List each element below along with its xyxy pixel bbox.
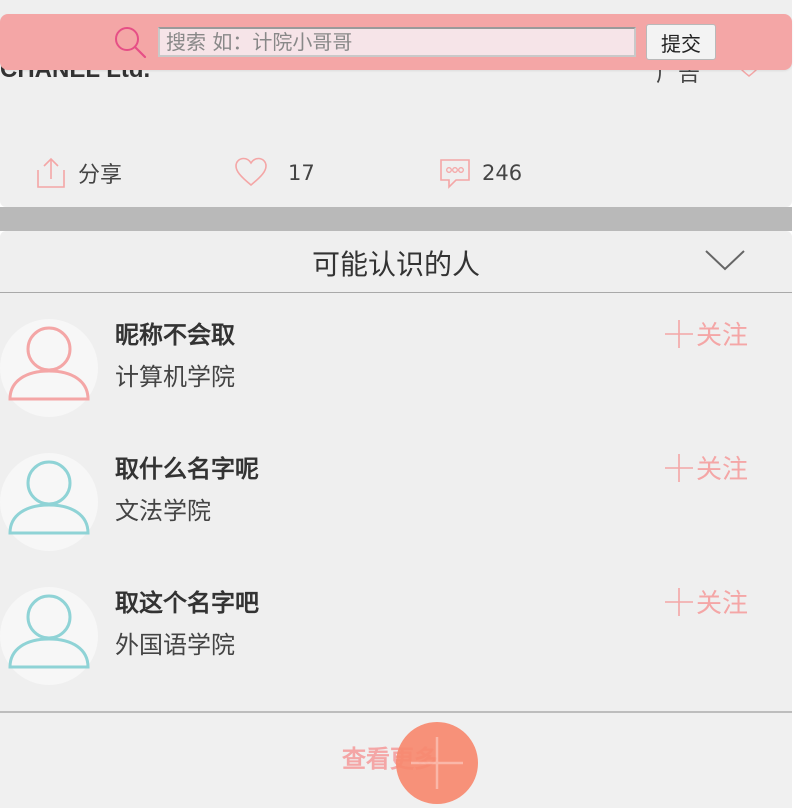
follow-button[interactable]: 关注 bbox=[664, 315, 748, 352]
submit-button[interactable]: 提交 bbox=[646, 24, 716, 60]
follow-button[interactable]: 关注 bbox=[664, 583, 748, 620]
search-bar: 提交 bbox=[0, 14, 792, 70]
post-actions: 分享 17 246 bbox=[0, 148, 792, 198]
plus-icon bbox=[411, 737, 463, 789]
follow-label: 关注 bbox=[696, 455, 749, 485]
user-icon bbox=[8, 460, 90, 535]
chevron-down-icon[interactable] bbox=[704, 245, 746, 275]
like-button[interactable]: 17 bbox=[234, 148, 315, 198]
avatar[interactable] bbox=[0, 587, 98, 685]
like-count: 17 bbox=[288, 161, 315, 185]
people-card: 可能认识的人 昵称不会取 计算机学院 关注 取什么名字呢 文法学院 关注 取这个… bbox=[0, 231, 792, 808]
share-icon bbox=[37, 157, 65, 188]
plus-icon bbox=[665, 319, 693, 348]
section-divider bbox=[0, 207, 792, 231]
follow-label: 关注 bbox=[696, 321, 749, 351]
people-title: 可能认识的人 bbox=[311, 248, 480, 281]
avatar[interactable] bbox=[0, 453, 98, 551]
search-input[interactable] bbox=[158, 27, 636, 57]
share-button[interactable]: 分享 bbox=[34, 148, 122, 198]
comment-icon bbox=[440, 159, 470, 189]
list-item[interactable]: 昵称不会取 计算机学院 关注 bbox=[0, 303, 792, 437]
user-icon bbox=[8, 594, 90, 669]
list-item[interactable]: 取什么名字呢 文法学院 关注 bbox=[0, 437, 792, 571]
person-name[interactable]: 昵称不会取 bbox=[115, 315, 235, 350]
comment-count: 246 bbox=[482, 161, 523, 185]
follow-label: 关注 bbox=[696, 589, 749, 619]
add-post-button[interactable] bbox=[396, 722, 478, 804]
user-icon bbox=[8, 326, 90, 401]
person-school: 文法学院 bbox=[115, 497, 211, 525]
people-header[interactable]: 可能认识的人 bbox=[0, 231, 792, 293]
plus-icon bbox=[665, 587, 693, 616]
comment-button[interactable]: 246 bbox=[438, 148, 522, 198]
person-school: 计算机学院 bbox=[115, 363, 235, 391]
person-school: 外国语学院 bbox=[115, 631, 235, 659]
avatar[interactable] bbox=[0, 319, 98, 417]
person-name[interactable]: 取这个名字吧 bbox=[115, 583, 259, 618]
search-icon[interactable] bbox=[112, 24, 148, 60]
share-label: 分享 bbox=[78, 163, 123, 188]
person-name[interactable]: 取什么名字呢 bbox=[115, 449, 259, 484]
heart-icon bbox=[235, 157, 267, 187]
list-item[interactable]: 取这个名字吧 外国语学院 关注 bbox=[0, 571, 792, 705]
plus-icon bbox=[665, 453, 693, 482]
follow-button[interactable]: 关注 bbox=[664, 449, 748, 486]
